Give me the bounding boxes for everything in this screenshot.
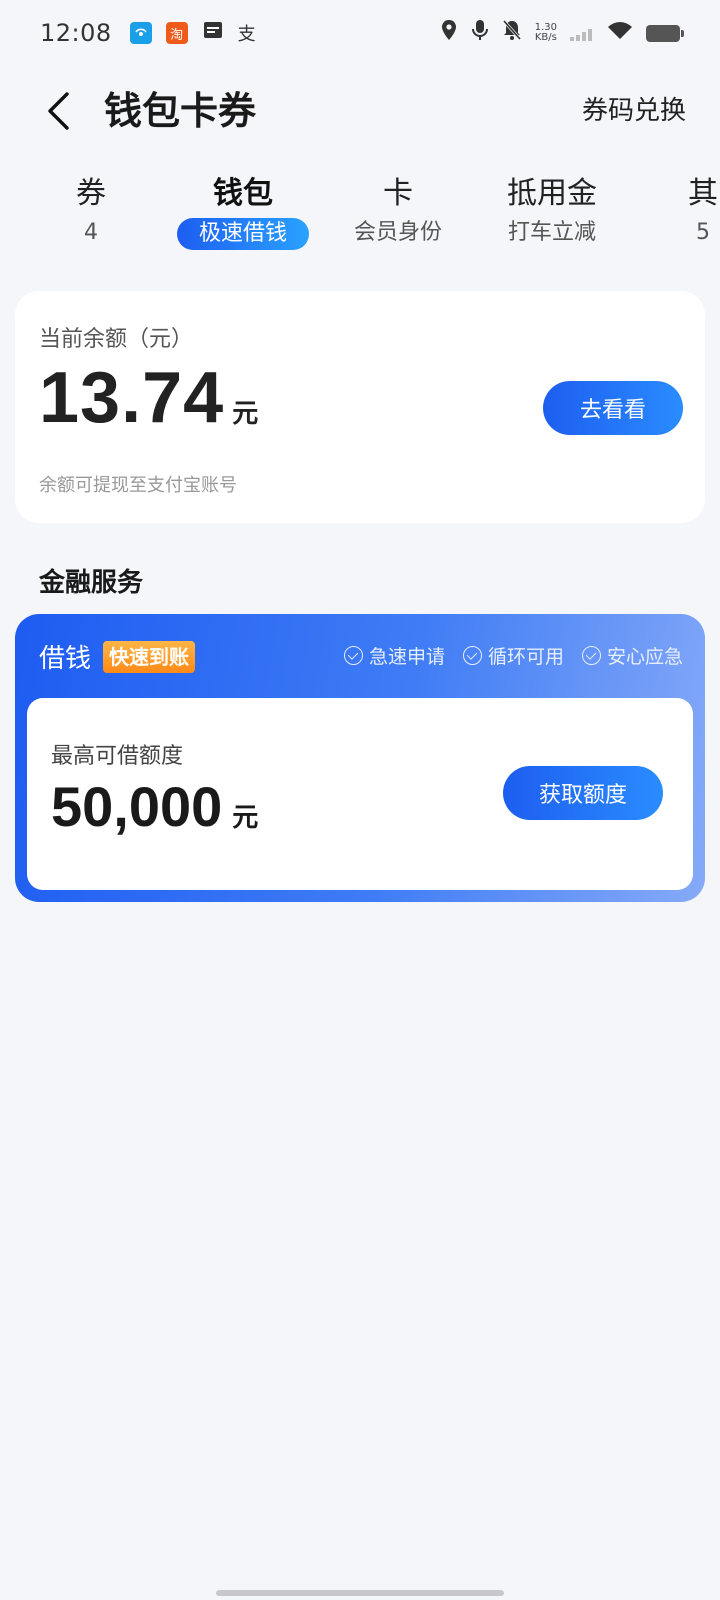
- limit-amount: 50,000 元: [51, 774, 258, 839]
- tab-sub-badge: 极速借钱: [176, 218, 309, 250]
- tab-sub: 会员身份: [353, 220, 442, 245]
- check-circle-icon: [343, 646, 363, 665]
- battery-icon: [646, 24, 684, 42]
- alipay-icon: 支: [237, 24, 256, 45]
- location-icon: [440, 19, 458, 47]
- network-speed: 1.30 KB/s: [535, 23, 557, 43]
- tab-cards[interactable]: 卡 会员身份: [323, 174, 473, 248]
- limit-unit: 元: [232, 803, 259, 833]
- feature-label: 循环可用: [487, 646, 564, 668]
- tab-sub: 5: [696, 220, 710, 245]
- balance-amount: 13.74 元: [39, 357, 258, 439]
- feature-item: 循环可用: [462, 642, 564, 669]
- page-title: 钱包卡券: [104, 89, 257, 133]
- limit-label: 最高可借额度: [51, 744, 184, 769]
- taobao-icon: 淘: [165, 22, 188, 44]
- tab-coupons[interactable]: 券 4: [16, 174, 166, 248]
- loan-features: 急速申请 循环可用 安心应急: [343, 642, 683, 669]
- fast-arrival-badge: 快速到账: [103, 640, 196, 673]
- header: 钱包卡券 券码兑换: [0, 76, 720, 146]
- feature-label: 急速申请: [368, 646, 445, 668]
- status-left: 12:08 淘 支: [40, 19, 256, 47]
- microphone-icon: [471, 19, 489, 47]
- balance-number: 13.74: [39, 358, 225, 438]
- feature-label: 安心应急: [606, 646, 683, 668]
- loan-title: 借钱: [39, 644, 92, 674]
- check-circle-icon: [581, 646, 601, 665]
- redeem-code-button[interactable]: 券码兑换: [582, 91, 686, 131]
- tab-label: 抵用金: [507, 176, 597, 211]
- home-indicator[interactable]: [216, 1590, 504, 1596]
- tab-other[interactable]: 其 5: [628, 174, 720, 248]
- app-icon-1: [129, 22, 152, 44]
- calendar-icon: [202, 19, 224, 47]
- tab-label: 钱包: [213, 176, 273, 211]
- check-circle-icon: [462, 646, 482, 665]
- view-balance-button[interactable]: 去看看: [543, 381, 683, 435]
- feature-item: 急速申请: [343, 642, 445, 669]
- status-right: 1.30 KB/s: [440, 19, 684, 47]
- tab-label: 其: [688, 176, 718, 211]
- loan-card[interactable]: 借钱 快速到账 急速申请 循环可用 安心应急 最高可借额度 50,000 元 获…: [15, 614, 705, 902]
- status-bar: 12:08 淘 支 1.30 KB/s: [0, 0, 720, 66]
- status-time: 12:08: [40, 19, 112, 47]
- balance-label: 当前余额（元）: [39, 327, 194, 352]
- back-button[interactable]: [38, 86, 78, 136]
- tab-sub: 打车立减: [507, 220, 596, 245]
- loan-limit-panel: 最高可借额度 50,000 元 获取额度: [27, 698, 693, 890]
- balance-note: 余额可提现至支付宝账号: [39, 475, 237, 496]
- category-tabs: 券 4 钱包 极速借钱 卡 会员身份 抵用金 打车立减 其 5: [0, 174, 720, 264]
- limit-number: 50,000: [51, 775, 223, 838]
- tab-label: 卡: [383, 176, 413, 211]
- tab-wallet[interactable]: 钱包 极速借钱: [168, 174, 318, 250]
- get-limit-button[interactable]: 获取额度: [503, 766, 663, 820]
- tab-label: 券: [76, 176, 106, 211]
- back-arrow-icon: [48, 92, 69, 130]
- tab-vouchers[interactable]: 抵用金 打车立减: [477, 174, 627, 248]
- signal-icon: [570, 19, 594, 47]
- loan-header: 借钱 快速到账: [39, 638, 196, 675]
- bell-muted-icon: [502, 19, 522, 47]
- section-title-finance: 金融服务: [39, 568, 144, 598]
- tab-sub: 4: [84, 220, 98, 245]
- balance-unit: 元: [232, 399, 259, 429]
- wifi-icon: [607, 19, 633, 47]
- balance-card: 当前余额（元） 13.74 元 余额可提现至支付宝账号 去看看: [15, 291, 705, 523]
- net-speed-unit: KB/s: [534, 32, 557, 43]
- feature-item: 安心应急: [581, 642, 683, 669]
